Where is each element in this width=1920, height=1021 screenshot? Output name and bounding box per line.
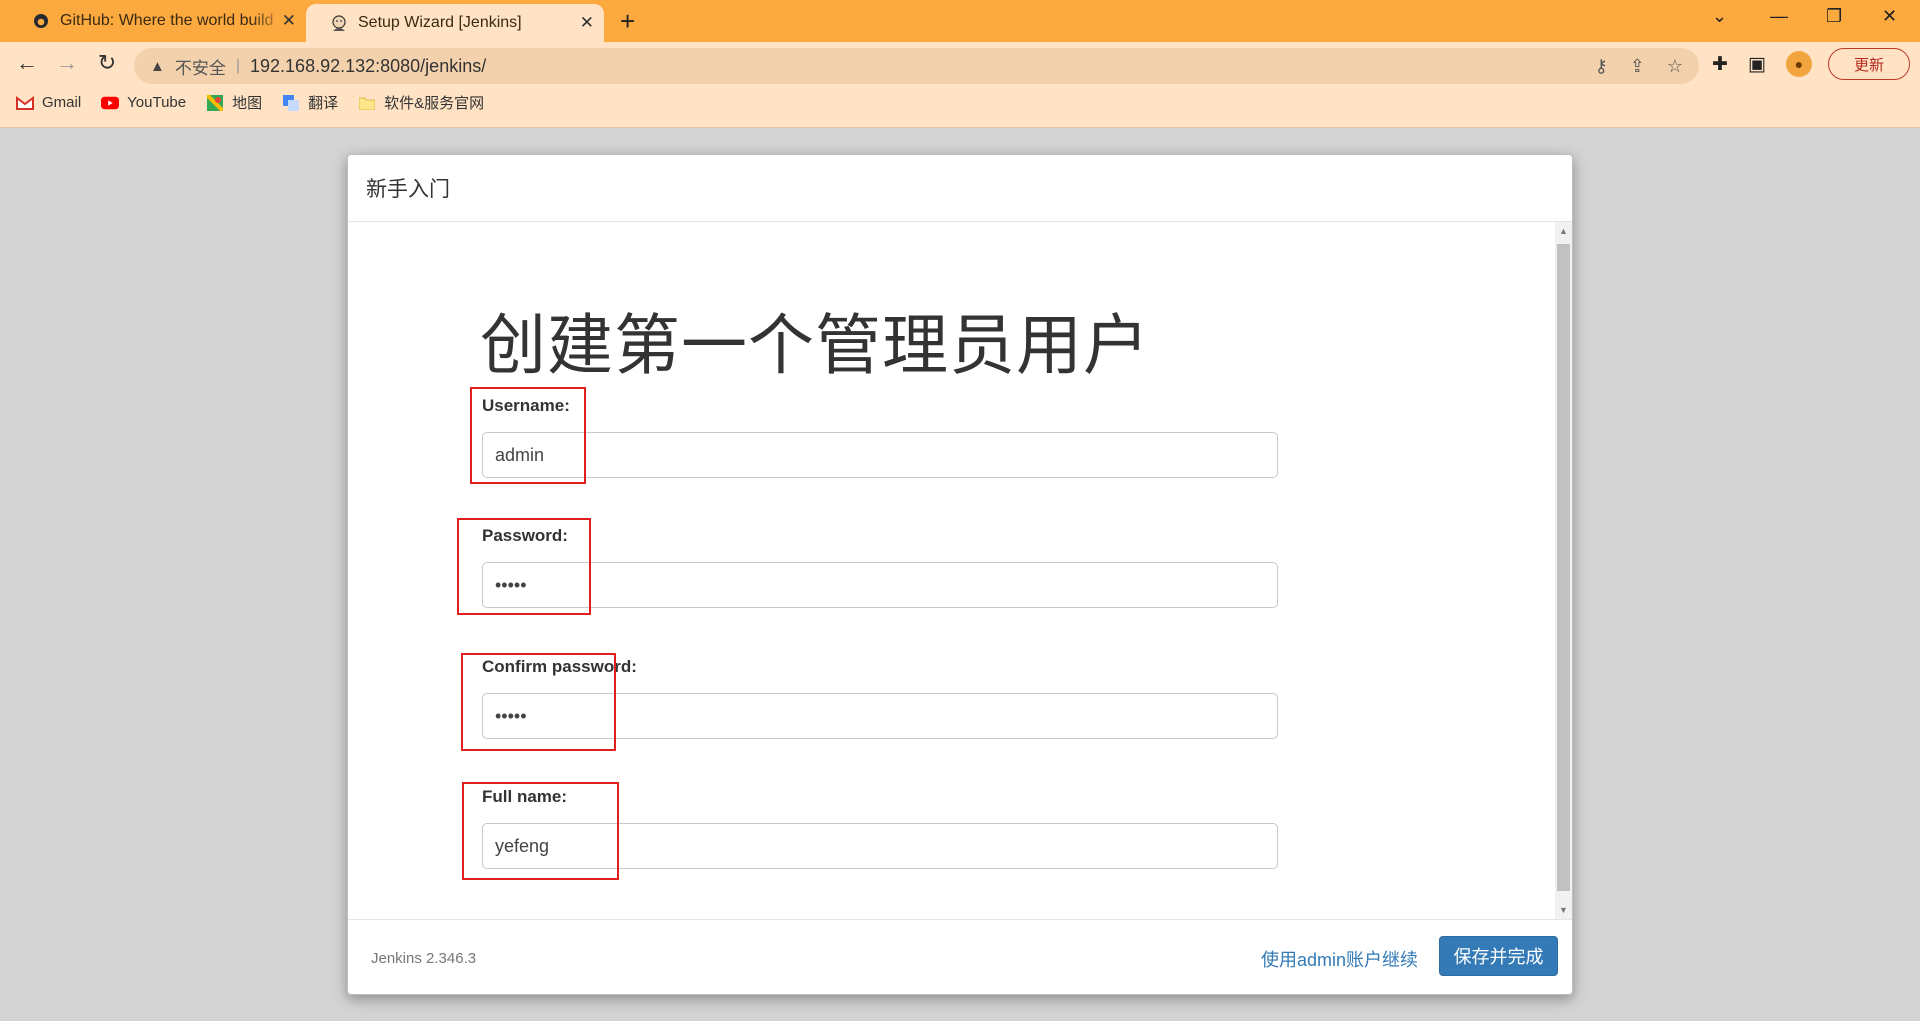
highlight-box bbox=[457, 518, 591, 615]
jenkins-icon bbox=[330, 14, 348, 32]
window-close-icon[interactable]: ✕ bbox=[1882, 6, 1897, 27]
highlight-box bbox=[461, 653, 616, 751]
bookmark-youtube[interactable]: YouTube bbox=[101, 94, 186, 111]
translate-icon bbox=[282, 94, 300, 111]
bookmark-gmail[interactable]: Gmail bbox=[16, 94, 81, 111]
extension-area: ✚ ▣ ● bbox=[1712, 51, 1812, 77]
tab-title: Setup Wizard [Jenkins] bbox=[358, 14, 522, 31]
bookmarks-bar: Gmail YouTube 地图 翻译 软件&服务官网 bbox=[16, 92, 484, 113]
scrollbar[interactable]: ▲ ▼ bbox=[1555, 222, 1572, 919]
reload-icon[interactable]: ↻ bbox=[92, 50, 122, 76]
highlight-box bbox=[470, 387, 586, 484]
bookmark-label: 地图 bbox=[232, 95, 263, 112]
page-title: 创建第一个管理员用户 bbox=[480, 308, 1150, 382]
dialog-header: 新手入门 bbox=[348, 155, 1572, 222]
username-input[interactable] bbox=[482, 432, 1278, 478]
new-tab-icon[interactable]: + bbox=[620, 6, 635, 37]
continue-as-admin-link[interactable]: 使用admin账户继续 bbox=[1261, 946, 1418, 972]
star-icon[interactable]: ☆ bbox=[1667, 56, 1683, 77]
bookmark-label: 翻译 bbox=[308, 95, 339, 112]
password-field-group: Password: bbox=[482, 526, 1278, 608]
tab-jenkins[interactable]: Setup Wizard [Jenkins] ✕ bbox=[306, 4, 604, 42]
save-and-finish-button[interactable]: 保存并完成 bbox=[1439, 936, 1558, 976]
restore-icon[interactable]: ❐ bbox=[1826, 6, 1842, 27]
bookmark-label: YouTube bbox=[127, 94, 187, 111]
tab-bar: GitHub: Where the world build ✕ Setup Wi… bbox=[0, 0, 1920, 42]
gmail-icon bbox=[16, 95, 34, 110]
browser-toolbar: ← → ↻ ▲ 不安全 | 192.168.92.132:8080/jenkin… bbox=[0, 42, 1920, 128]
tab-github[interactable]: GitHub: Where the world build ✕ bbox=[8, 0, 306, 42]
bookmark-label: Gmail bbox=[42, 94, 82, 111]
scroll-down-icon[interactable]: ▼ bbox=[1555, 905, 1572, 915]
profile-avatar[interactable]: ● bbox=[1785, 51, 1812, 77]
side-panel-icon[interactable]: ▣ bbox=[1748, 53, 1766, 76]
dialog-title: 新手入门 bbox=[366, 178, 450, 201]
forward-icon[interactable]: → bbox=[52, 50, 82, 76]
maps-icon bbox=[206, 94, 224, 111]
minimize-icon[interactable]: — bbox=[1770, 6, 1788, 27]
divider: | bbox=[235, 57, 241, 74]
update-label: 更新 bbox=[1853, 56, 1884, 74]
extensions-icon[interactable]: ✚ bbox=[1712, 53, 1728, 76]
highlight-box bbox=[462, 782, 619, 880]
share-icon[interactable]: ⇪ bbox=[1630, 56, 1645, 77]
scroll-thumb[interactable] bbox=[1557, 244, 1570, 891]
dialog-body: 创建第一个管理员用户 Username: Password: Confirm p… bbox=[348, 222, 1572, 919]
youtube-icon bbox=[101, 96, 120, 110]
key-icon[interactable]: ⚷ bbox=[1595, 56, 1608, 77]
omnibox-actions: ⚷ ⇪ ☆ bbox=[1595, 56, 1683, 77]
tab-title: GitHub: Where the world build bbox=[60, 12, 274, 29]
username-label: Username: bbox=[482, 396, 570, 415]
bookmark-translate[interactable]: 翻译 bbox=[282, 92, 338, 113]
back-icon[interactable]: ← bbox=[12, 50, 42, 76]
update-button[interactable]: 更新 bbox=[1828, 48, 1910, 80]
tab-search-icon[interactable]: ⌄ bbox=[1712, 6, 1727, 27]
bookmark-label: 软件&服务官网 bbox=[384, 95, 485, 112]
url-text[interactable]: 192.168.92.132:8080/jenkins/ bbox=[250, 56, 486, 77]
close-icon[interactable]: ✕ bbox=[580, 13, 594, 33]
scroll-up-icon[interactable]: ▲ bbox=[1555, 226, 1572, 236]
bookmark-folder[interactable]: 软件&服务官网 bbox=[358, 92, 484, 113]
security-label[interactable]: 不安全 bbox=[175, 54, 226, 79]
username-field-group: Username: bbox=[482, 396, 1278, 478]
version-label: Jenkins 2.346.3 bbox=[371, 950, 477, 967]
setup-wizard-dialog: 新手入门 创建第一个管理员用户 Username: Password: Conf… bbox=[347, 154, 1573, 995]
dialog-footer: Jenkins 2.346.3 使用admin账户继续 保存并完成 bbox=[348, 919, 1572, 995]
bookmark-maps[interactable]: 地图 bbox=[206, 92, 262, 113]
github-icon bbox=[32, 12, 50, 30]
password-input[interactable] bbox=[482, 562, 1278, 608]
address-bar[interactable]: ▲ 不安全 | 192.168.92.132:8080/jenkins/ ⚷ ⇪… bbox=[134, 48, 1699, 84]
warning-icon[interactable]: ▲ bbox=[150, 58, 165, 75]
password-label: Password: bbox=[482, 526, 568, 545]
folder-icon bbox=[358, 96, 376, 110]
close-icon[interactable]: ✕ bbox=[282, 11, 296, 31]
